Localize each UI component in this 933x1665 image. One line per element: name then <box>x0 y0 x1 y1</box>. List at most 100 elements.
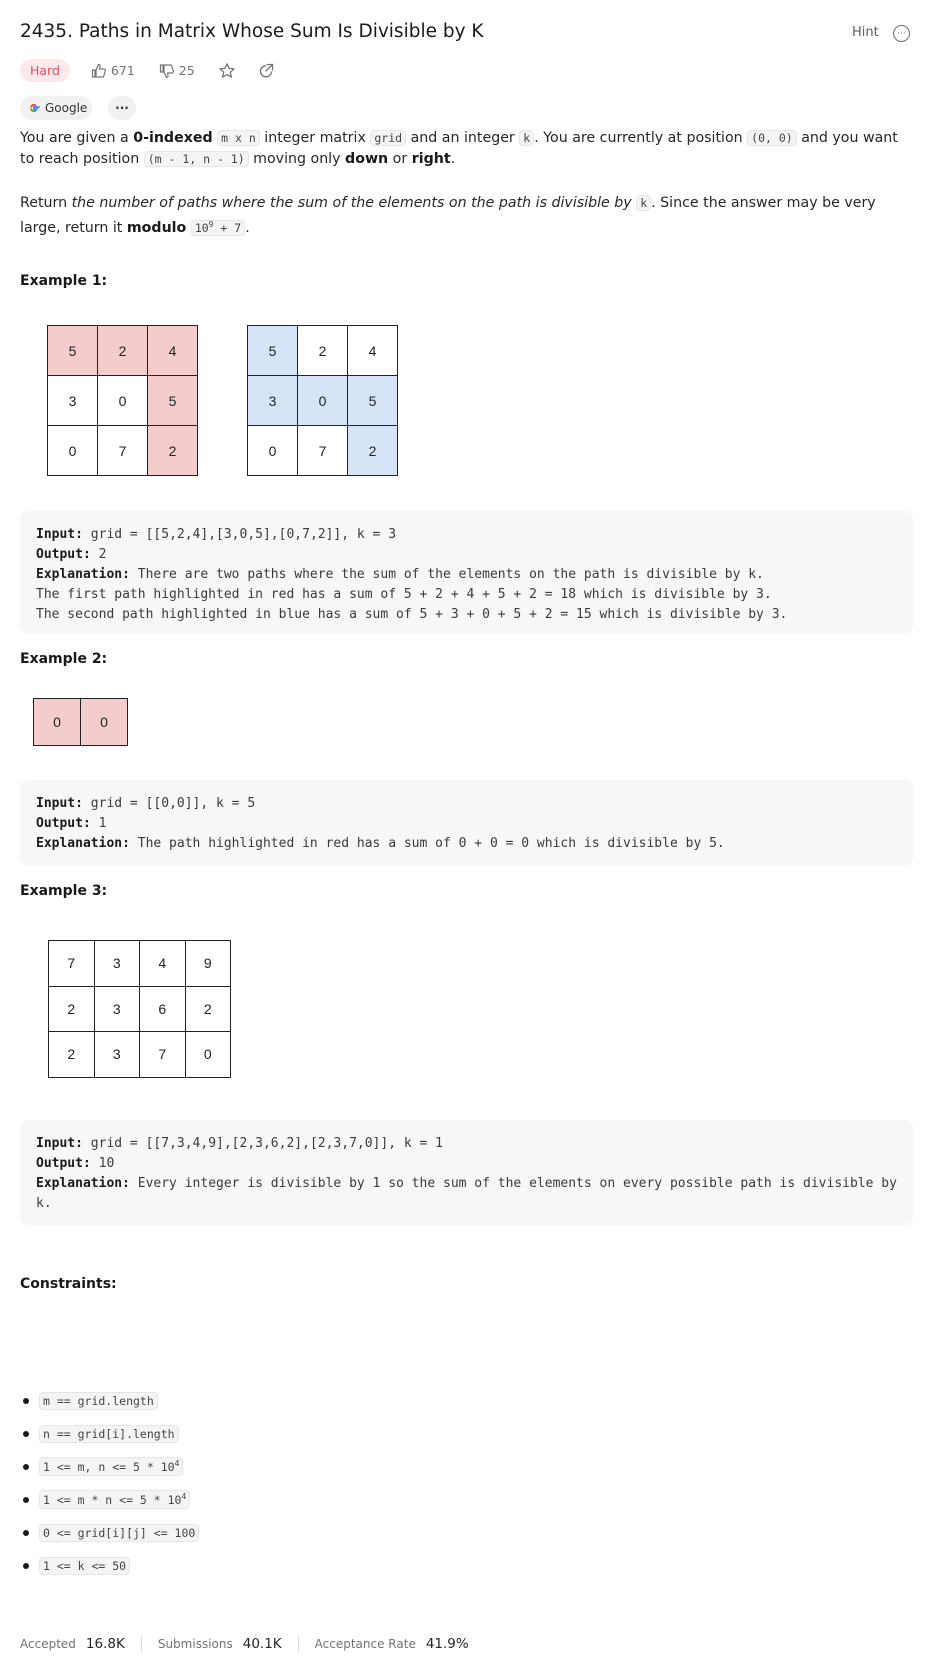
description-paragraph-1: You are given a 0-indexed m x n integer … <box>20 130 898 167</box>
thumbs-up-icon <box>91 63 106 78</box>
grid-row: 072 <box>247 425 398 476</box>
submissions-value: 40.1K <box>242 1636 282 1652</box>
hint-button[interactable]: Hint <box>852 25 879 40</box>
acceptance-rate-value: 41.9% <box>425 1636 469 1652</box>
grid-cell: 3 <box>247 375 298 426</box>
example-1-output: 2 <box>98 547 107 562</box>
company-tag-google[interactable]: Google <box>20 96 92 120</box>
constraint-code: 0 <= grid[i][j] <= 100 <box>39 1523 200 1542</box>
grid-row: 305 <box>247 375 398 426</box>
submissions-label: Submissions <box>157 1637 233 1651</box>
bullet <box>23 1463 29 1470</box>
more-tags-label: ··· <box>115 101 129 115</box>
example-3-explanation: Every integer is divisible by 1 so the s… <box>36 1176 905 1211</box>
grid-cell: 5 <box>147 375 198 426</box>
grid-cell: 2 <box>347 425 398 476</box>
like-button[interactable]: 671 <box>91 63 135 79</box>
grid-row: 524 <box>247 325 398 376</box>
grid-cell: 0 <box>247 425 298 476</box>
grid-cell: 2 <box>48 985 95 1032</box>
constraint-item: m == grid.length <box>20 1384 199 1417</box>
example-1-explanation: There are two paths where the sum of the… <box>36 567 788 622</box>
example-3-heading: Example 3: <box>20 883 108 899</box>
example-2-output: 1 <box>98 816 107 831</box>
constraint-code: 1 <= k <= 50 <box>39 1556 131 1575</box>
problem-title: 2435. Paths in Matrix Whose Sum Is Divis… <box>20 21 484 42</box>
more-options-icon[interactable]: ··· <box>893 25 910 42</box>
acceptance-rate-label: Acceptance Rate <box>314 1637 416 1651</box>
grid-cell: 3 <box>93 1031 140 1078</box>
more-tags-button[interactable]: ··· <box>108 96 136 120</box>
grid-cell: 3 <box>93 985 140 1032</box>
bullet <box>23 1397 29 1404</box>
grid-cell: 2 <box>97 325 148 376</box>
example-2-grid: 00 <box>33 698 128 746</box>
example-1-block: Input: grid = [[5,2,4],[3,0,5],[0,7,2]],… <box>20 511 913 634</box>
example-2-explanation: The path highlighted in red has a sum of… <box>137 836 725 851</box>
constraint-item: 0 <= grid[i][j] <= 100 <box>20 1516 200 1549</box>
grid-cell: 7 <box>97 425 148 476</box>
constraints-list: m == grid.length n == grid[i].length 1 <= … <box>20 1384 200 1582</box>
grid-row: 524 <box>47 325 198 376</box>
bullet <box>23 1496 29 1503</box>
accepted-label: Accepted <box>20 1637 76 1651</box>
problem-meta-row: Hard 671 25 <box>20 59 275 82</box>
grid-cell: 0 <box>184 1031 231 1078</box>
grid-cell: 3 <box>93 940 140 987</box>
grid-cell: 5 <box>47 325 98 376</box>
example-3-grid: 734923622370 <box>48 940 231 1078</box>
grid-row: 00 <box>33 698 128 746</box>
grid-cell: 2 <box>147 425 198 476</box>
share-icon[interactable] <box>257 62 275 80</box>
google-icon <box>30 103 40 113</box>
dislike-count: 25 <box>178 63 195 78</box>
grid-cell: 5 <box>347 375 398 426</box>
accepted-value: 16.8K <box>85 1636 125 1652</box>
example-3-output: 10 <box>98 1156 115 1171</box>
grid-cell: 4 <box>139 940 186 987</box>
grid-cell: 7 <box>297 425 348 476</box>
grid-row: 072 <box>47 425 198 476</box>
grid-cell: 2 <box>297 325 348 376</box>
grid-cell: 0 <box>97 375 148 426</box>
constraints-heading: Constraints: <box>20 1276 117 1292</box>
dislike-button[interactable]: 25 <box>159 63 195 79</box>
constraint-item: 1 <= m * n <= 5 * 104 <box>20 1483 199 1516</box>
grid-cell: 6 <box>139 985 186 1032</box>
bullet <box>23 1430 29 1437</box>
grid-cell: 5 <box>247 325 298 376</box>
grid-row: 305 <box>47 375 198 426</box>
grid-cell: 0 <box>33 698 81 746</box>
example-3-block: Input: grid = [[7,3,4,9],[2,3,6,2],[2,3,… <box>20 1120 913 1225</box>
constraint-code: m == grid.length <box>39 1391 158 1410</box>
grid-cell: 2 <box>184 985 231 1032</box>
constraint-code: 1 <= m * n <= 5 * 104 <box>39 1490 191 1509</box>
constraint-item: 1 <= k <= 50 <box>20 1549 199 1582</box>
grid-cell: 2 <box>48 1031 95 1078</box>
grid-cell: 3 <box>47 375 98 426</box>
constraint-item: 1 <= m, n <= 5 * 104 <box>20 1450 199 1483</box>
grid-row: 2370 <box>48 1031 231 1078</box>
grid-cell: 7 <box>139 1031 186 1078</box>
company-tag-label: Google <box>45 101 88 115</box>
grid-cell: 4 <box>347 325 398 376</box>
example-2-block: Input: grid = [[0,0]], k = 5 Output: 1 E… <box>20 780 913 866</box>
stats-footer: Accepted 16.8K Submissions 40.1K Accepta… <box>20 1636 469 1652</box>
grid-row: 7349 <box>48 940 231 987</box>
constraint-item: n == grid[i].length <box>20 1417 199 1450</box>
constraint-code: 1 <= m, n <= 5 * 104 <box>39 1457 184 1476</box>
star-icon[interactable] <box>218 62 236 80</box>
thumbs-down-icon <box>159 63 174 78</box>
example-1-grid-red: 524305072 <box>47 325 198 476</box>
constraint-code: n == grid[i].length <box>39 1424 179 1443</box>
bullet <box>23 1529 29 1536</box>
example-2-heading: Example 2: <box>20 651 108 667</box>
like-count: 671 <box>110 63 135 78</box>
example-1-input: grid = [[5,2,4],[3,0,5],[0,7,2]], k = 3 <box>90 527 397 542</box>
grid-cell: 0 <box>47 425 98 476</box>
divider <box>140 1637 142 1651</box>
example-1-grid-blue: 524305072 <box>247 325 398 476</box>
divider <box>297 1637 299 1651</box>
example-2-input: grid = [[0,0]], k = 5 <box>90 796 256 811</box>
example-3-input: grid = [[7,3,4,9],[2,3,6,2],[2,3,7,0]], … <box>90 1136 443 1151</box>
